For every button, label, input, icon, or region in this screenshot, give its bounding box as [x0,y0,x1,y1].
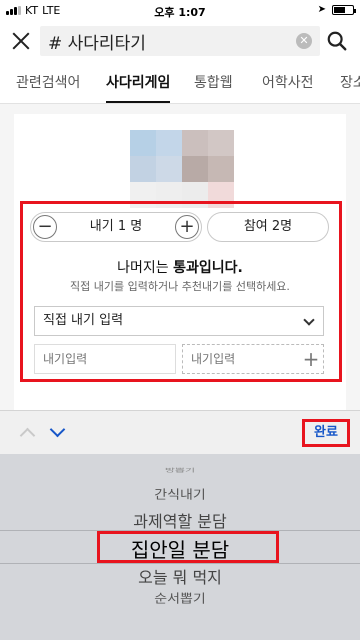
tab-related[interactable]: 관련검색어 [16,62,80,103]
result-bold: 통과입니다. [173,260,243,276]
tab-place[interactable]: 장소 [340,62,360,103]
participants-button[interactable]: 참여 2명 [207,212,329,242]
picker-toolbar: 완료 [0,410,360,454]
thumbnail-tile [208,130,234,156]
chevron-down-icon [303,314,315,326]
result-prefix: 나머지는 [117,260,174,276]
chevron-up-icon[interactable] [19,427,36,444]
picker-item[interactable]: 간식내기 [0,486,360,503]
done-button[interactable]: 완료 [302,419,350,447]
bet-type-value: 직접 내기 입력 [43,313,124,328]
search-icon[interactable] [326,30,348,52]
close-icon[interactable] [10,30,32,52]
selected-item-highlight [97,531,279,563]
result-title: 나머지는 통과입니다. [30,257,330,277]
picker-item[interactable]: 오늘 뭐 먹지 [0,564,360,588]
clear-search-icon[interactable]: ✕ [296,33,312,49]
status-bar: KT LTE 오후 1:07 ➤ [0,0,360,22]
picker-item[interactable]: 순서뽑기 [0,590,360,607]
picker-item[interactable]: 과제역할 분담 [0,508,360,532]
thumbnail-tile [182,130,208,156]
decrease-icon[interactable]: − [33,215,57,239]
bet-type-select[interactable]: 직접 내기 입력 [34,306,324,336]
search-input[interactable] [48,26,288,56]
tab-dictionary[interactable]: 어학사전 [262,62,314,103]
picker-item[interactable]: 방뽑기 [0,466,360,473]
thumbnail-tile [156,130,182,156]
thumbnail-tile [130,156,156,182]
search-bar: ✕ [0,22,360,62]
increase-icon[interactable]: + [175,215,199,239]
search-field[interactable]: ✕ [40,26,320,56]
thumbnail-tile [156,156,182,182]
tab-web[interactable]: 통합웹 [194,62,233,103]
result-hint: 직접 내기를 입력하거나 추천내기를 선택하세요. [70,280,290,293]
thumbnail-tile [182,156,208,182]
player-count: 내기 1 명 [89,219,143,234]
status-time: 오후 1:07 [154,6,206,19]
thumbnail-tile [130,130,156,156]
location-icon: ➤ [317,4,326,15]
bet-input-1[interactable] [34,344,176,374]
player-count-stepper: − 내기 1 명 + [30,212,202,242]
add-bet-icon[interactable]: + [300,348,322,370]
blurred-thumbnail [130,130,234,208]
tab-ladder-game[interactable]: 사다리게임 [106,62,171,103]
thumbnail-tile [208,156,234,182]
chevron-down-icon[interactable] [49,421,66,438]
search-tabs: 관련검색어 사다리게임 통합웹 어학사전 장소 [0,62,360,104]
battery-icon [332,4,356,15]
